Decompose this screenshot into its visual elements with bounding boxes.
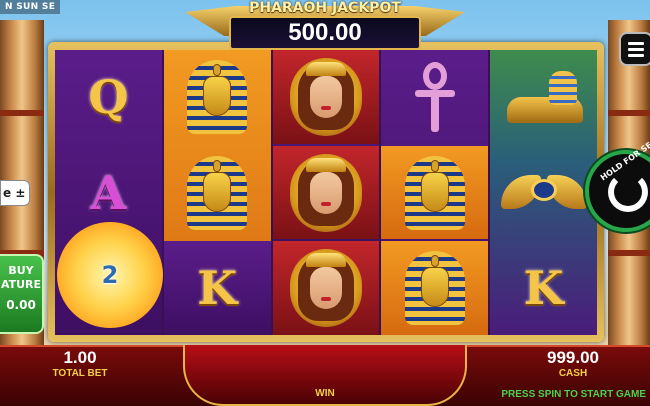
- reel-4-cell-2: [381, 145, 489, 240]
- menu-button[interactable]: [619, 32, 650, 66]
- reel-3: [272, 50, 380, 336]
- reel-5-cell-2: [490, 146, 597, 240]
- reel-4-cell-3: [381, 241, 489, 336]
- jackpot-title: PHARAOH JACKPOT: [249, 0, 401, 16]
- jackpot-panel: PHARAOH JACKPOT 500.00: [185, 0, 465, 52]
- total-bet-label: TOTAL BET: [52, 368, 108, 379]
- cleopatra-icon: [288, 56, 364, 138]
- reel-1-cell-1: Q: [55, 50, 162, 144]
- king-symbol: K: [197, 261, 238, 316]
- queen-symbol: Q: [88, 69, 129, 124]
- reel-3-cell-2: [272, 145, 380, 240]
- sun-bonus-icon: 2: [57, 222, 163, 328]
- reel-3-cell-1: [272, 50, 380, 144]
- reel-3-cell-3: [272, 241, 380, 336]
- cleopatra-icon: [288, 247, 364, 329]
- buy-feature-label-1: BUY: [8, 264, 34, 277]
- pharaoh-mask-icon: [399, 152, 471, 234]
- win-label: WIN: [315, 388, 335, 399]
- refresh-icon: [608, 172, 648, 212]
- reel-2-cell-1: [164, 50, 271, 144]
- reel-5: K: [490, 50, 597, 335]
- cleopatra-icon: [288, 152, 364, 234]
- total-bet-value: 1.00: [63, 348, 97, 367]
- status-message: PRESS SPIN TO START GAME: [501, 389, 646, 400]
- reel-5-cell-1: [490, 50, 597, 144]
- game-title: N SUN SE: [0, 0, 61, 14]
- ankh-icon: [414, 61, 455, 132]
- reel-4: [381, 50, 489, 336]
- pharaoh-mask-icon: [181, 56, 253, 138]
- cash-value: 999.00: [547, 348, 599, 367]
- reel-2-cell-2: [164, 146, 271, 240]
- reel-2: K: [163, 50, 271, 336]
- buy-feature-price: 0.00: [6, 298, 36, 312]
- hamburger-icon: [628, 41, 644, 45]
- pharaoh-mask-icon: [399, 247, 471, 329]
- jackpot-amount: 500.00: [229, 16, 421, 50]
- buy-feature-button[interactable]: BUY ATURE 0.00: [0, 254, 44, 334]
- cash-label: CASH: [558, 368, 588, 379]
- eye-of-horus-icon: [500, 161, 587, 225]
- reel-5-cell-3: K: [490, 241, 597, 335]
- sphinx-icon: [501, 67, 587, 127]
- bet-adjust-button[interactable]: e ±: [0, 180, 30, 206]
- buy-feature-label-2: ATURE: [0, 278, 42, 291]
- reel-2-cell-3: K: [163, 241, 271, 336]
- sun-bonus-value: 2: [101, 261, 119, 289]
- king-symbol: K: [523, 261, 564, 316]
- ace-symbol: A: [90, 165, 127, 220]
- pharaoh-mask-icon: [181, 152, 253, 234]
- reel-4-cell-1: [381, 50, 488, 144]
